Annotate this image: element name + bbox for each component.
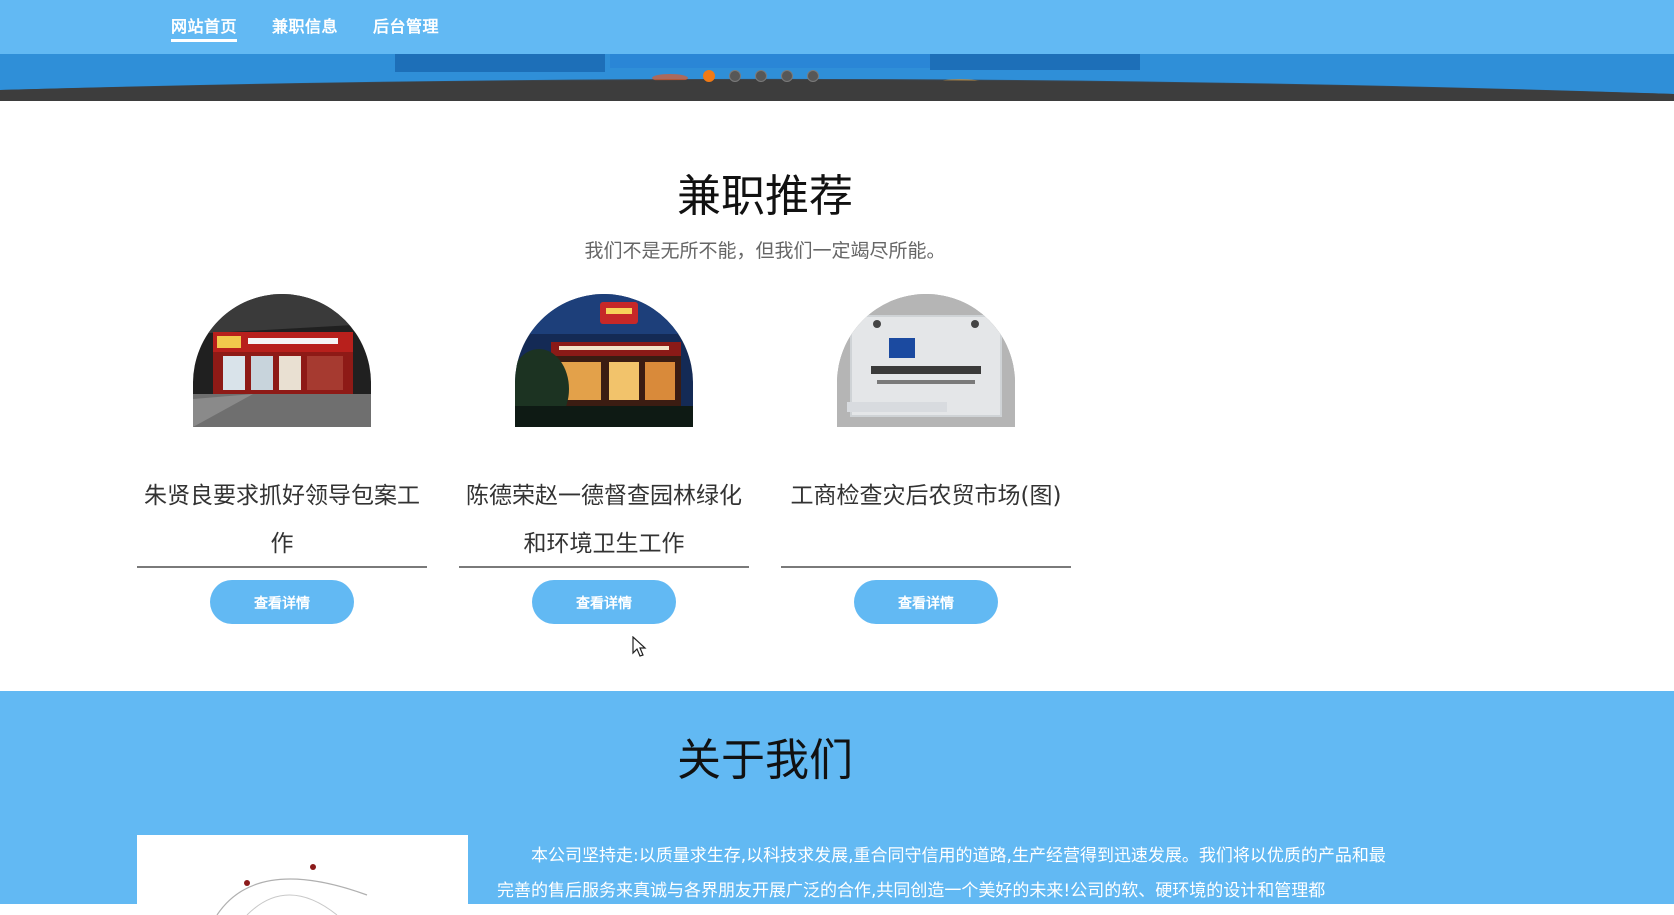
job-card: 工商检查灾后农贸市场(图) 查看详情 bbox=[781, 294, 1071, 624]
carousel-dot-2[interactable] bbox=[729, 70, 741, 82]
nav-home[interactable]: 网站首页 bbox=[171, 13, 238, 42]
about-section: 关于我们 本公司坚持走:以质量求生存,以科技求发展,重合同守信用的道路,生产经营… bbox=[0, 691, 1674, 915]
recommend-title: 兼职推荐 bbox=[677, 171, 853, 222]
carousel-dot-4[interactable] bbox=[781, 70, 793, 82]
card-divider bbox=[781, 566, 1071, 568]
job-card-title[interactable]: 朱贤良要求抓好领导包案工作 bbox=[137, 472, 427, 568]
job-card: 陈德荣赵一德督查园林绿化和环境卫生工作 查看详情 bbox=[459, 294, 749, 624]
view-details-button[interactable]: 查看详情 bbox=[532, 580, 676, 624]
carousel-dot-3[interactable] bbox=[755, 70, 767, 82]
job-thumbnail[interactable] bbox=[515, 294, 693, 427]
job-card-title[interactable]: 工商检查灾后农贸市场(图) bbox=[781, 472, 1071, 520]
view-details-button[interactable]: 查看详情 bbox=[854, 580, 998, 624]
banner-image bbox=[0, 54, 1674, 101]
about-title: 关于我们 bbox=[677, 735, 853, 786]
about-description: 本公司坚持走:以质量求生存,以科技求发展,重合同守信用的道路,生产经营得到迅速发… bbox=[497, 846, 1386, 901]
card-divider bbox=[137, 566, 427, 568]
card-divider bbox=[459, 566, 749, 568]
about-image bbox=[137, 835, 468, 915]
job-card-title[interactable]: 陈德荣赵一德督查园林绿化和环境卫生工作 bbox=[459, 472, 749, 568]
banner-carousel[interactable] bbox=[0, 54, 1674, 101]
recommend-subtitle: 我们不是无所不能，但我们一定竭尽所能。 bbox=[584, 240, 946, 262]
carousel-dot-5[interactable] bbox=[807, 70, 819, 82]
view-details-button[interactable]: 查看详情 bbox=[210, 580, 354, 624]
mouse-cursor-icon bbox=[632, 636, 647, 657]
top-nav: 网站首页 兼职信息 后台管理 bbox=[0, 0, 1674, 54]
job-thumbnail[interactable] bbox=[837, 294, 1015, 427]
nav-admin[interactable]: 后台管理 bbox=[373, 13, 439, 37]
job-card: 朱贤良要求抓好领导包案工作 查看详情 bbox=[137, 294, 427, 624]
nav-jobs[interactable]: 兼职信息 bbox=[272, 13, 338, 37]
carousel-dot-1[interactable] bbox=[703, 70, 715, 82]
job-thumbnail[interactable] bbox=[193, 294, 371, 427]
